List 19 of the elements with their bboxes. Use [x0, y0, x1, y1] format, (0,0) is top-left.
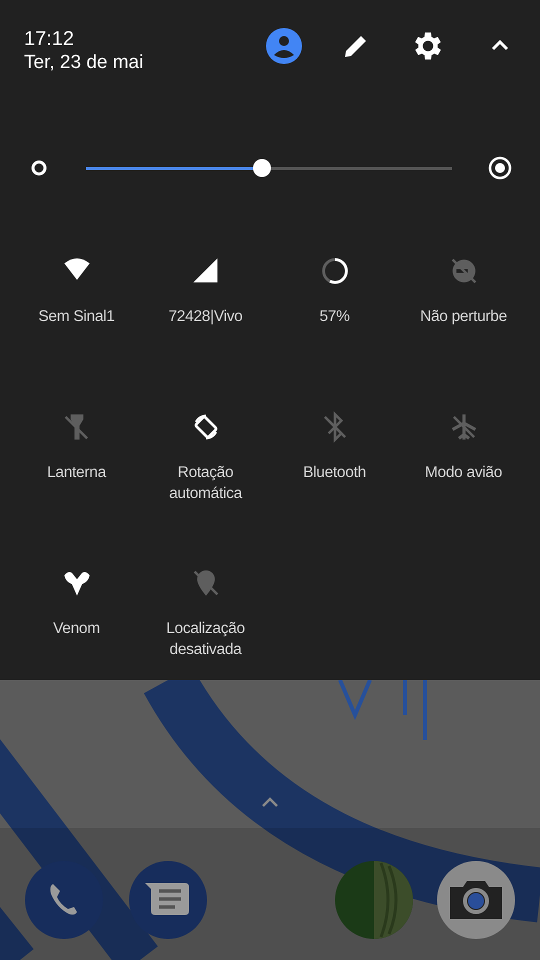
clock-time: 17:12 — [24, 28, 76, 51]
chevron-up-icon[interactable] — [260, 796, 280, 808]
tile-label[interactable]: 72428|Vivo — [143, 306, 268, 327]
tile-label[interactable]: 57% — [272, 306, 397, 327]
user-avatar-icon[interactable] — [266, 28, 302, 64]
messages-icon[interactable] — [129, 861, 207, 939]
brightness-high-icon — [488, 156, 512, 180]
phone-icon[interactable] — [25, 861, 103, 939]
tile-label[interactable]: Localização desativada — [143, 618, 268, 660]
date-text: Ter, 23 de mai — [24, 51, 144, 74]
tile-label[interactable]: Lanterna — [14, 462, 139, 483]
tile-label[interactable]: Bluetooth — [272, 462, 397, 483]
tile-label[interactable]: Venom — [14, 618, 139, 639]
tile-label[interactable]: Rotação automática — [143, 462, 268, 504]
camera-icon[interactable] — [437, 861, 515, 939]
tile-label[interactable]: Não perturbe — [401, 306, 526, 327]
tile-label[interactable]: Sem Sinal1 — [14, 306, 139, 327]
tile-label[interactable]: Modo avião — [401, 462, 526, 483]
brightness-low-icon — [30, 159, 48, 177]
